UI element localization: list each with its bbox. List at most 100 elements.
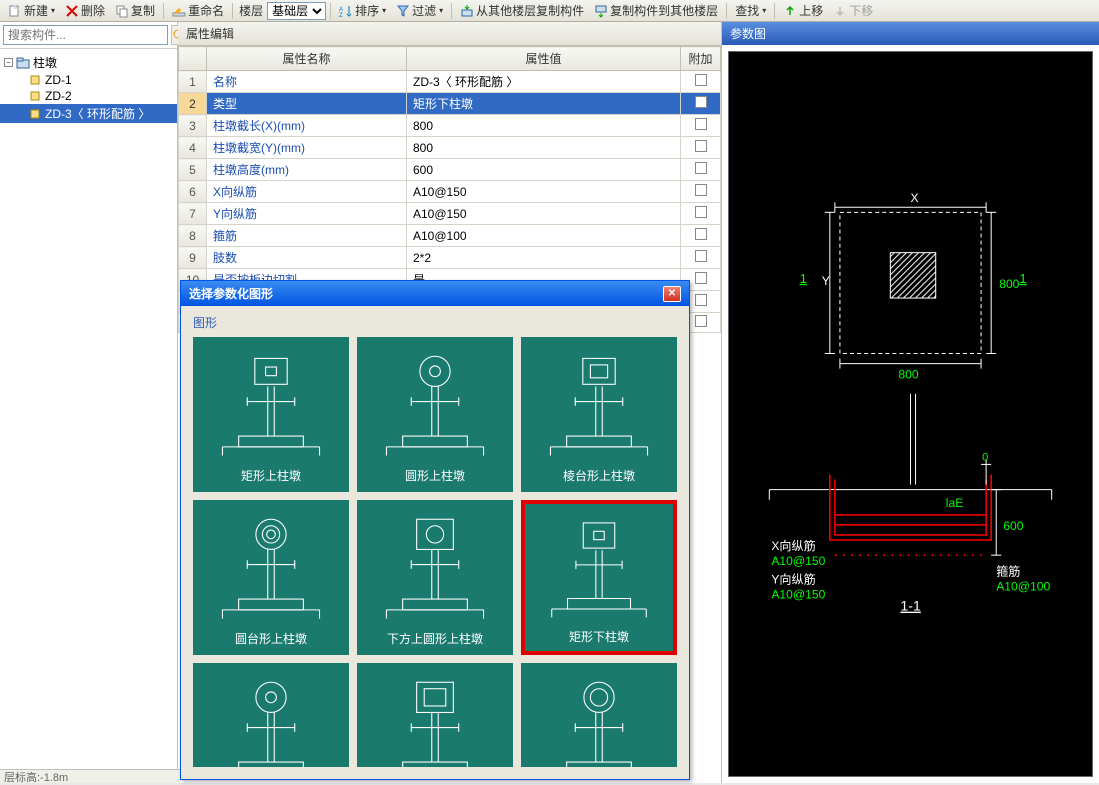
delete-label: 删除 xyxy=(81,2,105,19)
prop-value[interactable]: 800 xyxy=(407,115,681,137)
shape-option[interactable]: 棱台形上柱墩 xyxy=(521,337,677,492)
checkbox-icon[interactable] xyxy=(695,272,707,284)
shape-label: 圆形上柱墩 xyxy=(359,467,511,484)
prop-extra[interactable] xyxy=(681,225,721,247)
tree-item[interactable]: ZD-2 xyxy=(0,88,177,104)
property-row[interactable]: 1名称ZD-3〈 环形配筋 〉 xyxy=(179,71,721,93)
tree-root[interactable]: − 柱墩 xyxy=(0,53,177,72)
property-row[interactable]: 7Y向纵筋A10@150 xyxy=(179,203,721,225)
filter-button[interactable]: 过滤▾ xyxy=(392,1,447,20)
checkbox-icon[interactable] xyxy=(695,140,707,152)
checkbox-icon[interactable] xyxy=(695,315,707,327)
checkbox-icon[interactable] xyxy=(695,294,707,306)
prop-extra[interactable] xyxy=(681,159,721,181)
property-row[interactable]: 8箍筋A10@100 xyxy=(179,225,721,247)
checkbox-icon[interactable] xyxy=(695,118,707,130)
copy-button[interactable]: 复制 xyxy=(111,1,159,20)
checkbox-icon[interactable] xyxy=(695,250,707,262)
shape-option[interactable]: 矩形上柱墩 xyxy=(193,337,349,492)
section-mark-1b: 1 xyxy=(1019,271,1026,286)
move-up-button[interactable]: 上移 xyxy=(779,1,827,20)
prop-name: 类型 xyxy=(207,93,407,115)
shape-option[interactable] xyxy=(193,663,349,767)
shape-option[interactable] xyxy=(357,663,513,767)
rename-button[interactable]: 重命名 xyxy=(168,1,228,20)
shape-label: 下方上圆形上柱墩 xyxy=(359,630,511,647)
shape-grid: 矩形上柱墩圆形上柱墩棱台形上柱墩圆台形上柱墩下方上圆形上柱墩矩形下柱墩 xyxy=(193,337,677,767)
checkbox-icon[interactable] xyxy=(695,184,707,196)
property-row[interactable]: 2类型矩形下柱墩 xyxy=(179,93,721,115)
col-rownum xyxy=(179,47,207,71)
move-down-button: 下移 xyxy=(829,1,877,20)
checkbox-icon[interactable] xyxy=(695,162,707,174)
prop-extra[interactable] xyxy=(681,247,721,269)
copy-label: 复制 xyxy=(131,2,155,19)
prop-extra[interactable] xyxy=(681,181,721,203)
property-row[interactable]: 9肢数2*2 xyxy=(179,247,721,269)
prop-extra[interactable] xyxy=(681,71,721,93)
checkbox-icon[interactable] xyxy=(695,74,707,86)
checkbox-icon[interactable] xyxy=(695,228,707,240)
property-row[interactable]: 3柱墩截长(X)(mm)800 xyxy=(179,115,721,137)
copy-from-floor-button[interactable]: 从其他楼层复制构件 xyxy=(456,1,588,20)
prop-value[interactable]: ZD-3〈 环形配筋 〉 xyxy=(407,71,681,93)
dim-800-right: 800 xyxy=(999,277,1019,291)
row-number: 3 xyxy=(179,115,207,137)
property-row[interactable]: 4柱墩截宽(Y)(mm)800 xyxy=(179,137,721,159)
new-button[interactable]: 新建▾ xyxy=(4,1,59,20)
dim-600: 600 xyxy=(1003,519,1023,533)
prop-extra[interactable] xyxy=(681,93,721,115)
shape-option[interactable]: 圆台形上柱墩 xyxy=(193,500,349,655)
prop-value[interactable]: 2*2 xyxy=(407,247,681,269)
move-down-label: 下移 xyxy=(849,2,873,19)
left-panel: − 柱墩 ZD-1 ZD-2 ZD-3〈 环形配筋 〉 xyxy=(0,22,178,783)
row-number: 8 xyxy=(179,225,207,247)
lae-label: laE xyxy=(946,496,963,510)
copy-to-label: 复制构件到其他楼层 xyxy=(610,2,718,19)
search-input[interactable] xyxy=(3,25,168,45)
arrow-up-icon xyxy=(783,4,797,18)
col-value: 属性值 xyxy=(407,47,681,71)
prop-extra[interactable] xyxy=(681,203,721,225)
checkbox-icon[interactable] xyxy=(695,96,707,108)
checkbox-icon[interactable] xyxy=(695,206,707,218)
svg-text:Z: Z xyxy=(339,13,343,18)
close-button[interactable]: ✕ xyxy=(663,286,681,302)
dialog-titlebar[interactable]: 选择参数化图形 ✕ xyxy=(181,281,689,306)
prop-value[interactable]: 600 xyxy=(407,159,681,181)
shape-option[interactable]: 圆形上柱墩 xyxy=(357,337,513,492)
col-name: 属性名称 xyxy=(207,47,407,71)
col-extra: 附加 xyxy=(681,47,721,71)
property-row[interactable]: 6X向纵筋A10@150 xyxy=(179,181,721,203)
shape-label: 圆台形上柱墩 xyxy=(195,630,347,647)
tree-item[interactable]: ZD-1 xyxy=(0,72,177,88)
prop-value[interactable]: 800 xyxy=(407,137,681,159)
diagram-title: 参数图 xyxy=(722,22,1099,45)
copy-to-floor-button[interactable]: 复制构件到其他楼层 xyxy=(590,1,722,20)
prop-value[interactable]: 矩形下柱墩 xyxy=(407,93,681,115)
floor-select[interactable]: 基础层 xyxy=(267,2,326,20)
shape-picker-dialog: 选择参数化图形 ✕ 图形 矩形上柱墩圆形上柱墩棱台形上柱墩圆台形上柱墩下方上圆形… xyxy=(180,280,690,780)
prop-name: 肢数 xyxy=(207,247,407,269)
shape-option[interactable]: 下方上圆形上柱墩 xyxy=(357,500,513,655)
prop-value[interactable]: A10@150 xyxy=(407,203,681,225)
delete-button[interactable]: 删除 xyxy=(61,1,109,20)
prop-extra[interactable] xyxy=(681,137,721,159)
sort-icon: AZ xyxy=(339,4,353,18)
shape-option[interactable] xyxy=(521,663,677,767)
prop-extra[interactable] xyxy=(681,115,721,137)
tree-item-selected[interactable]: ZD-3〈 环形配筋 〉 xyxy=(0,104,177,123)
collapse-icon[interactable]: − xyxy=(4,58,13,67)
section-mark-1a: 1 xyxy=(800,271,807,286)
stirrup-value: A10@100 xyxy=(996,579,1050,593)
prop-value[interactable]: A10@150 xyxy=(407,181,681,203)
property-panel-title: 属性编辑 xyxy=(178,22,721,46)
property-row[interactable]: 5柱墩高度(mm)600 xyxy=(179,159,721,181)
stirrup-label: 箍筋 xyxy=(996,563,1020,578)
prop-value[interactable]: A10@100 xyxy=(407,225,681,247)
diagram-canvas[interactable]: X Y 800 800 1 1 xyxy=(728,51,1093,777)
find-button[interactable]: 查找▾ xyxy=(731,1,770,20)
prop-name: Y向纵筋 xyxy=(207,203,407,225)
sort-button[interactable]: AZ 排序▾ xyxy=(335,1,390,20)
shape-option[interactable]: 矩形下柱墩 xyxy=(521,500,677,655)
